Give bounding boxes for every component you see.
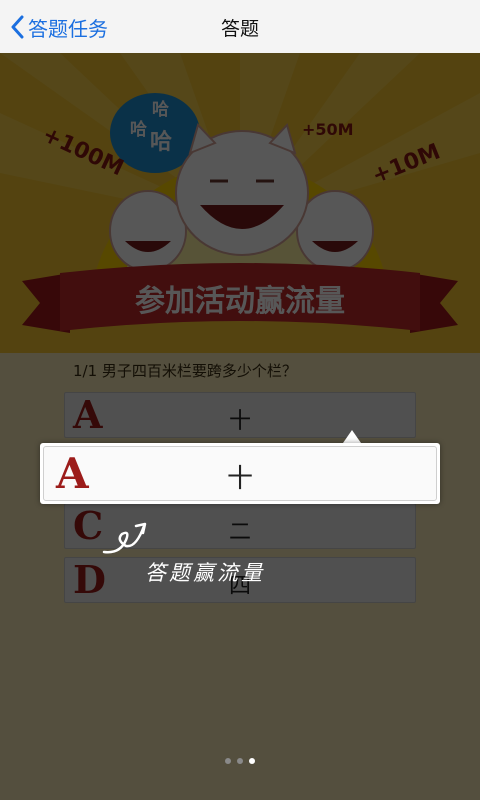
popup-text: 十 — [226, 464, 253, 494]
question-text: 1/1 男子四百米栏要跨多少个栏？ — [73, 362, 297, 380]
page-title: 答题 — [220, 18, 259, 40]
popup-pointer — [343, 430, 361, 443]
ribbon-text: 参加活动赢流量 — [135, 284, 345, 319]
hint-text: 答题赢流量 — [145, 561, 265, 585]
page-indicator — [0, 758, 480, 764]
reward-50m: +50M — [302, 120, 354, 139]
bubble-char-2: 哈 — [152, 99, 169, 120]
bubble-char-3: 哈 — [150, 129, 172, 155]
popup-inner: A 十 — [43, 446, 437, 501]
option-a[interactable]: A 十 — [64, 392, 416, 438]
navigation-bar: 答题任务 答题 — [0, 0, 480, 54]
highlighted-option-popup[interactable]: A 十 — [40, 443, 440, 504]
page-dot-2[interactable] — [237, 758, 243, 764]
swirl-arrow-icon — [102, 522, 147, 554]
promo-banner: 哈 哈 哈 +100M +50M +10M 参加活动赢流量 — [0, 53, 480, 353]
page-dot-3[interactable] — [249, 758, 255, 764]
page-dot-1[interactable] — [225, 758, 231, 764]
option-a-text: 十 — [228, 409, 251, 434]
bubble-char-1: 哈 — [130, 119, 147, 140]
